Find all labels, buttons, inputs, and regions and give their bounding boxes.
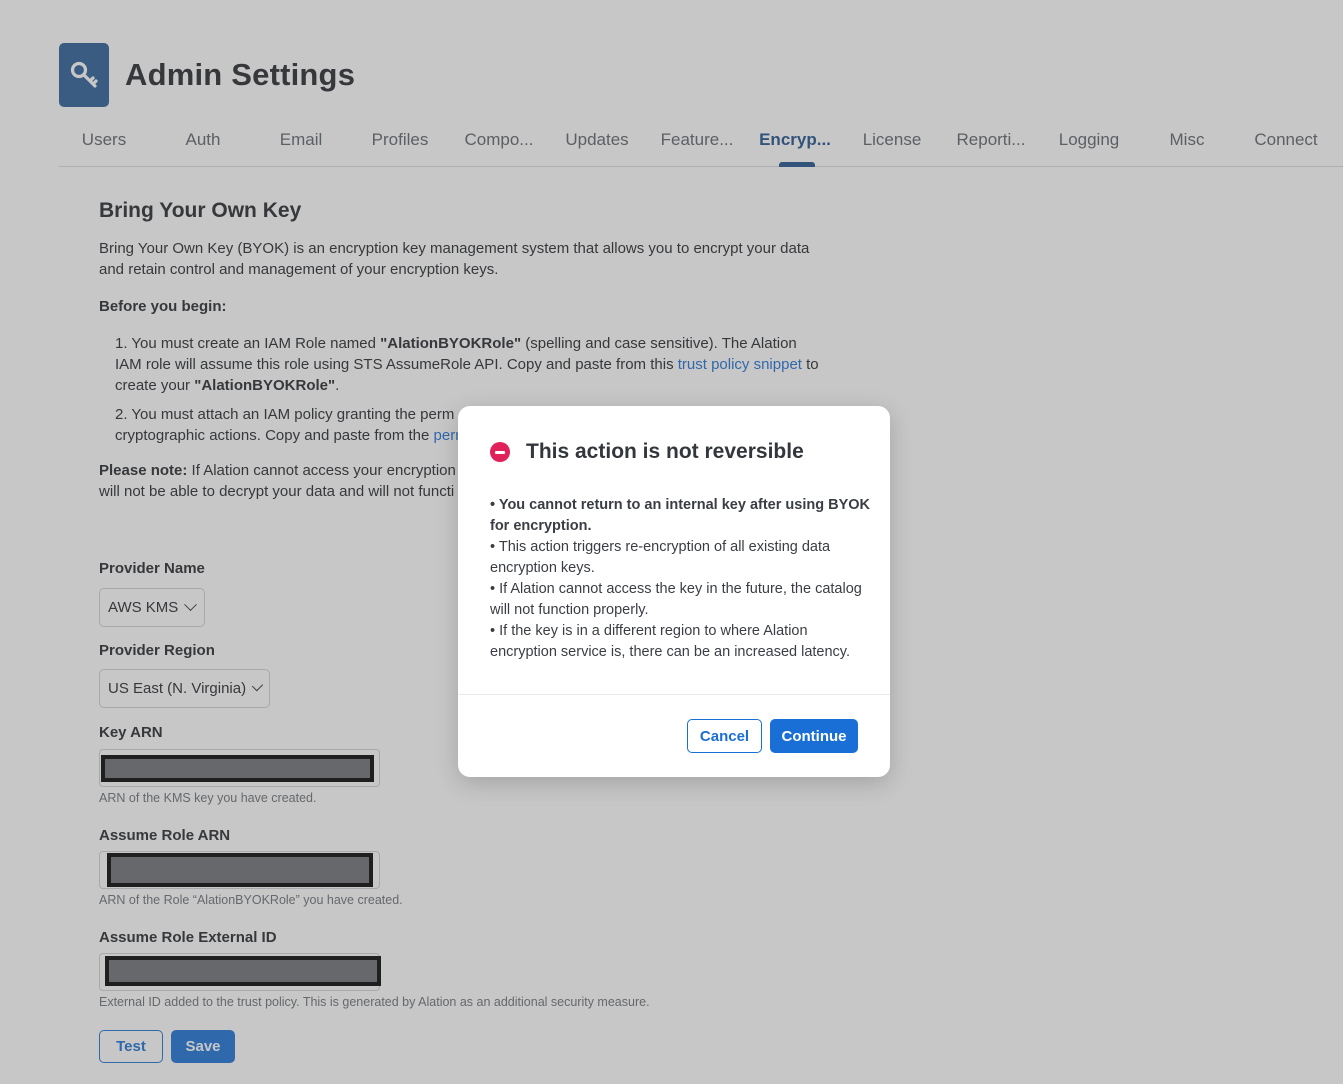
dialog-divider: [458, 694, 890, 695]
dialog-title: This action is not reversible: [526, 440, 804, 463]
warning-bullet: • You cannot return to an internal key a…: [490, 497, 870, 534]
dialog-body: • You cannot return to an internal key a…: [490, 495, 870, 663]
continue-button[interactable]: Continue: [770, 719, 858, 753]
warning-bullet: • This action triggers re-encryption of …: [490, 539, 831, 576]
dialog-header: This action is not reversible: [490, 440, 804, 464]
confirmation-dialog: This action is not reversible • You cann…: [458, 406, 890, 777]
admin-settings-page: Admin Settings Users Auth Email Profiles Com…: [0, 0, 1343, 1084]
warning-bullet: • If the key is in a different region to…: [490, 623, 851, 660]
cancel-button[interactable]: Cancel: [687, 719, 762, 753]
warning-bullet: • If Alation cannot access the key in th…: [490, 581, 862, 618]
stop-icon: [490, 442, 510, 462]
